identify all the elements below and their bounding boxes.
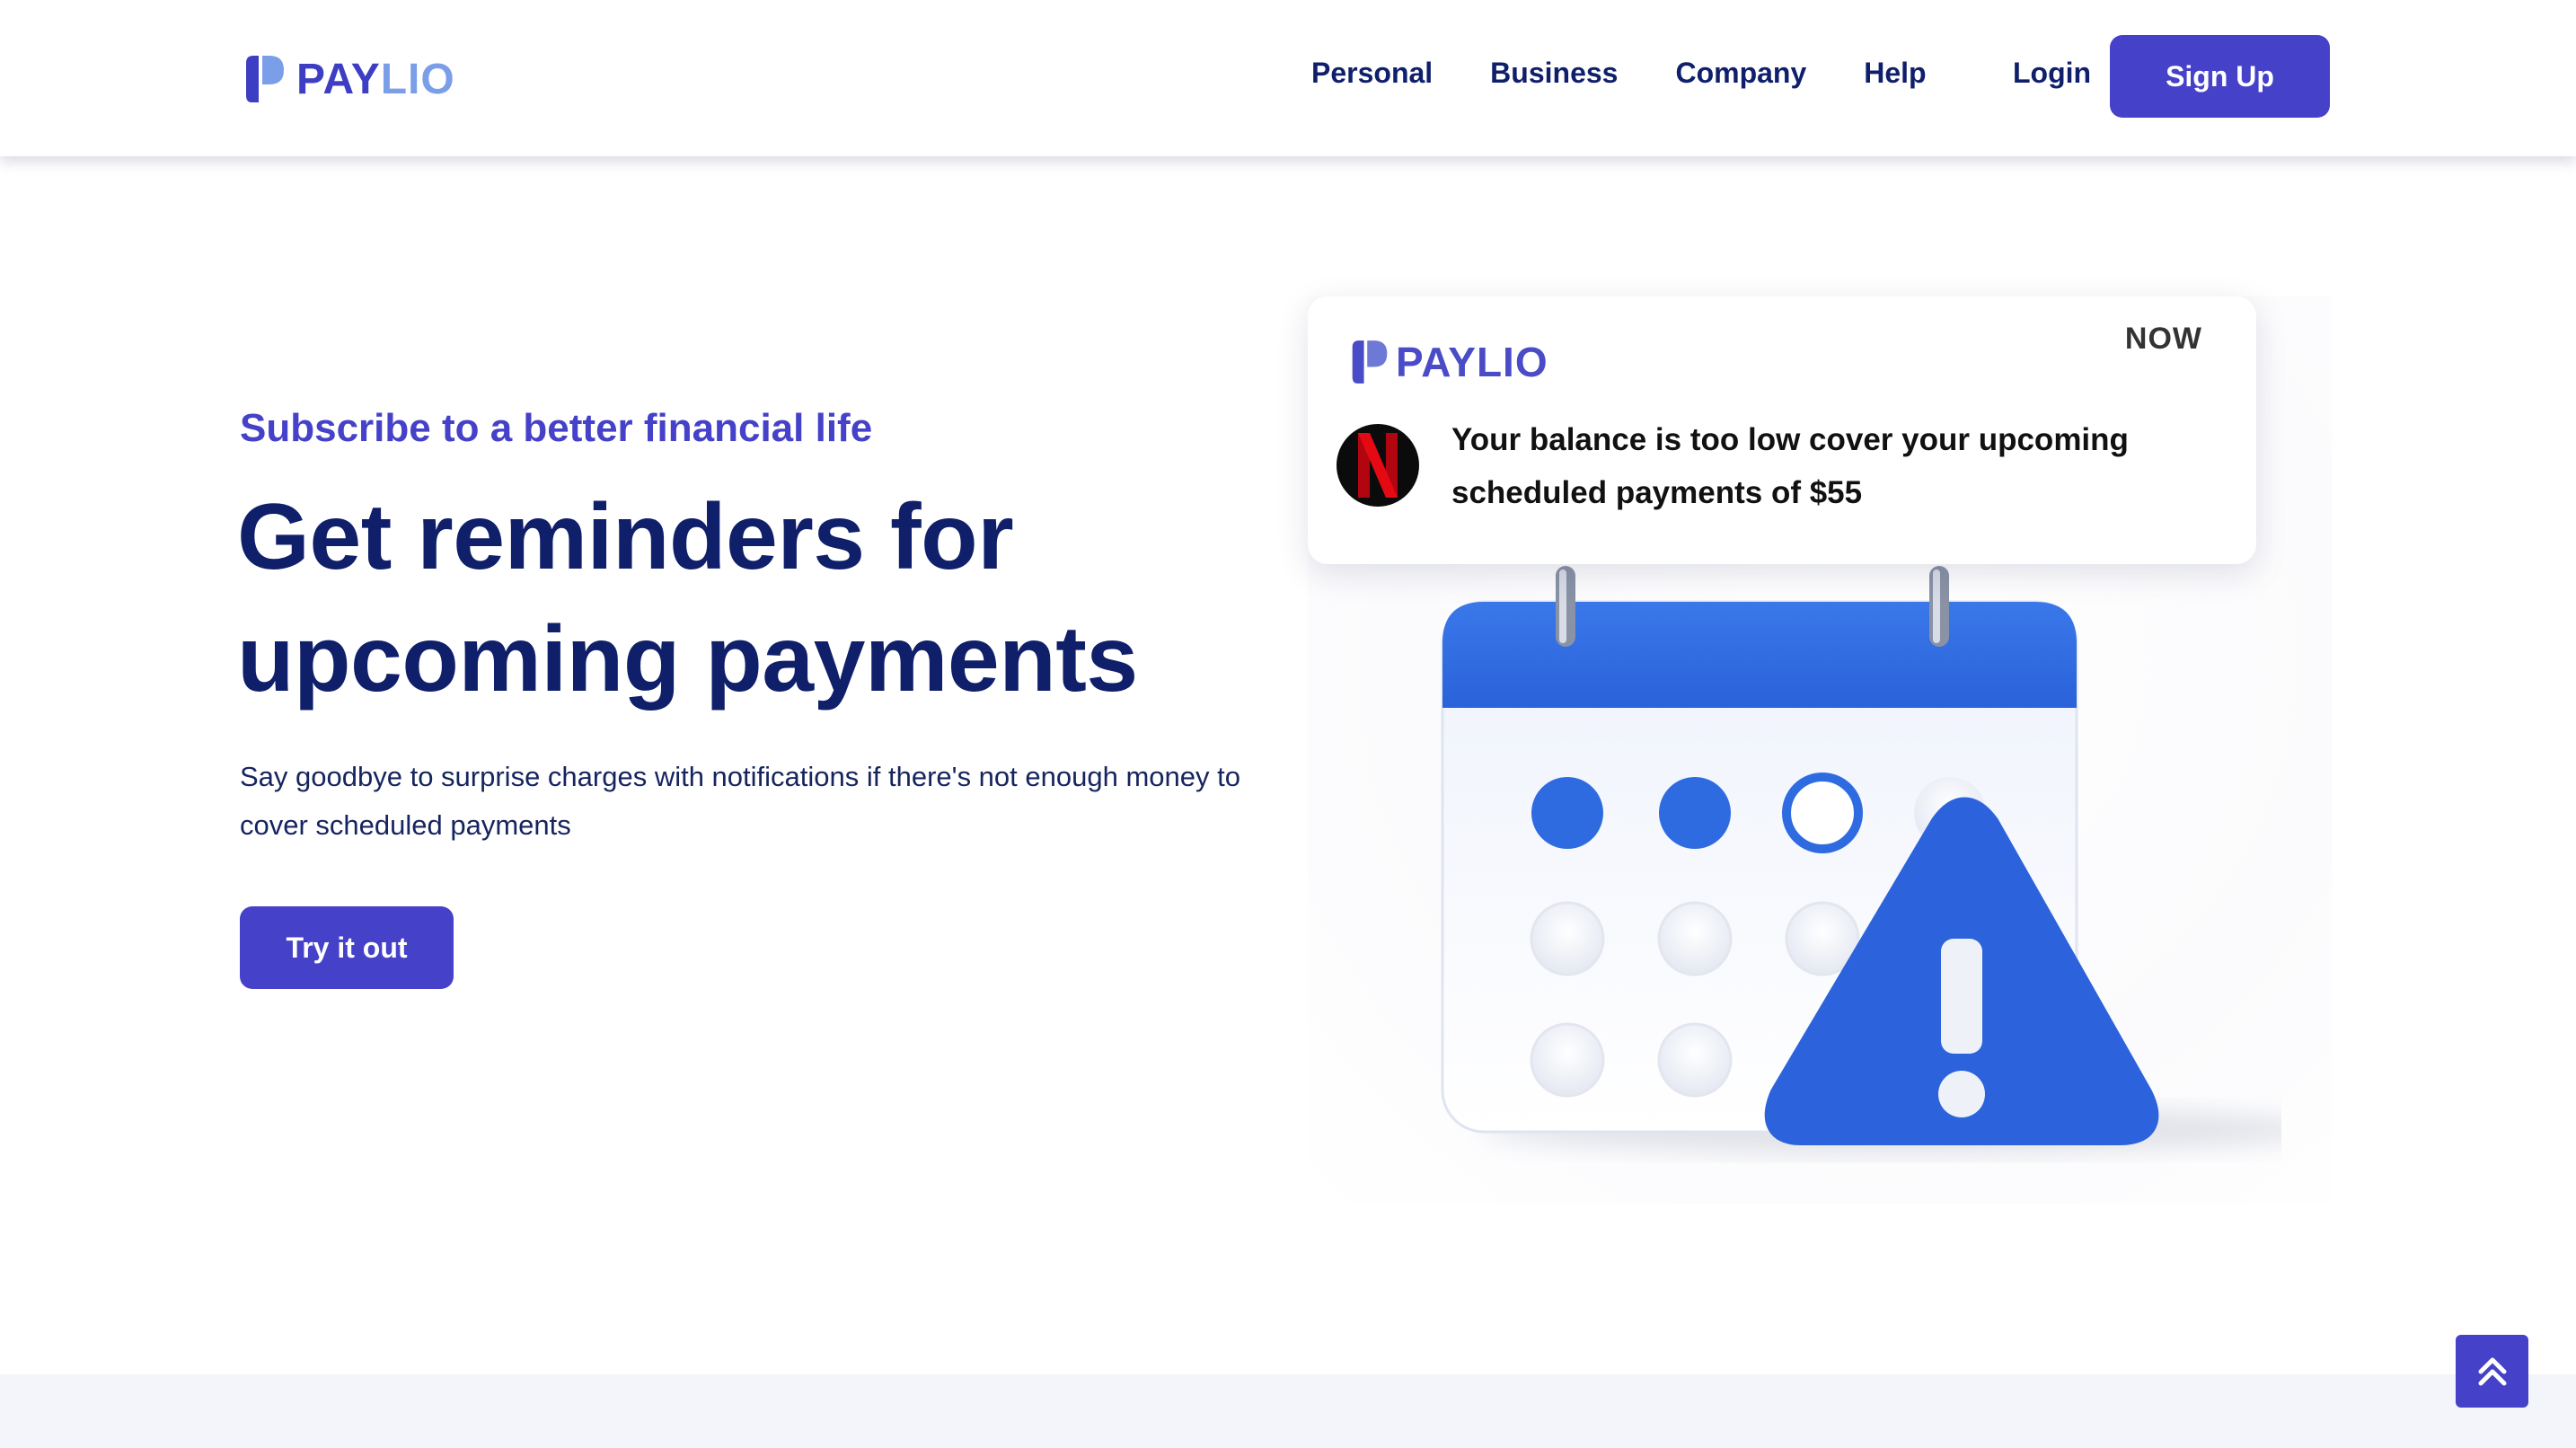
paylio-logo[interactable]: PAYLIO <box>243 54 455 104</box>
login-link[interactable]: Login <box>2013 57 2091 90</box>
paylio-logo-mark-icon <box>1352 340 1388 384</box>
notification-paylio-wordmark: PAYLIO <box>1396 339 1548 385</box>
scroll-to-top-button[interactable] <box>2456 1335 2528 1408</box>
hero-headline-line1: Get reminders for <box>237 485 1014 589</box>
double-chevron-up-icon <box>2478 1357 2506 1385</box>
top-navbar: PAYLIO Personal Business Company Help Lo… <box>0 0 2576 156</box>
notification-time: NOW <box>2124 322 2202 356</box>
hero-headline-line2: upcoming payments <box>237 607 1138 711</box>
nav-link-company[interactable]: Company <box>1675 57 1806 90</box>
nav-link-business[interactable]: Business <box>1490 57 1618 90</box>
paylio-logo-mark-icon <box>246 56 284 102</box>
hero-subtext: Say goodbye to surprise charges with not… <box>240 761 1240 841</box>
paylio-wordmark: PAYLIO <box>296 55 455 103</box>
hero-headline: Get reminders for upcoming payments <box>237 476 1315 720</box>
notification-message: Your balance is too low cover your upcom… <box>1451 413 2188 519</box>
notification-message-line1: Your balance is too low cover your upcom… <box>1451 422 2129 457</box>
signup-button[interactable]: Sign Up <box>2110 35 2330 118</box>
next-section-band <box>0 1374 2576 1448</box>
hero-tagline: Subscribe to a better financial life <box>240 406 873 450</box>
calendar-warning-illustration <box>1441 566 2281 1153</box>
notification-message-line2: scheduled payments of $55 <box>1451 475 1863 510</box>
primary-nav: Personal Business Company Help <box>1311 57 1984 90</box>
netflix-icon <box>1337 424 1419 507</box>
nav-link-personal[interactable]: Personal <box>1311 57 1433 90</box>
payment-notification-card: PAYLIO NOW Your balance is too low cover… <box>1308 296 2256 564</box>
try-it-out-button[interactable]: Try it out <box>240 906 454 989</box>
nav-link-help[interactable]: Help <box>1864 57 1926 90</box>
notification-paylio-logo: PAYLIO <box>1349 338 1548 386</box>
